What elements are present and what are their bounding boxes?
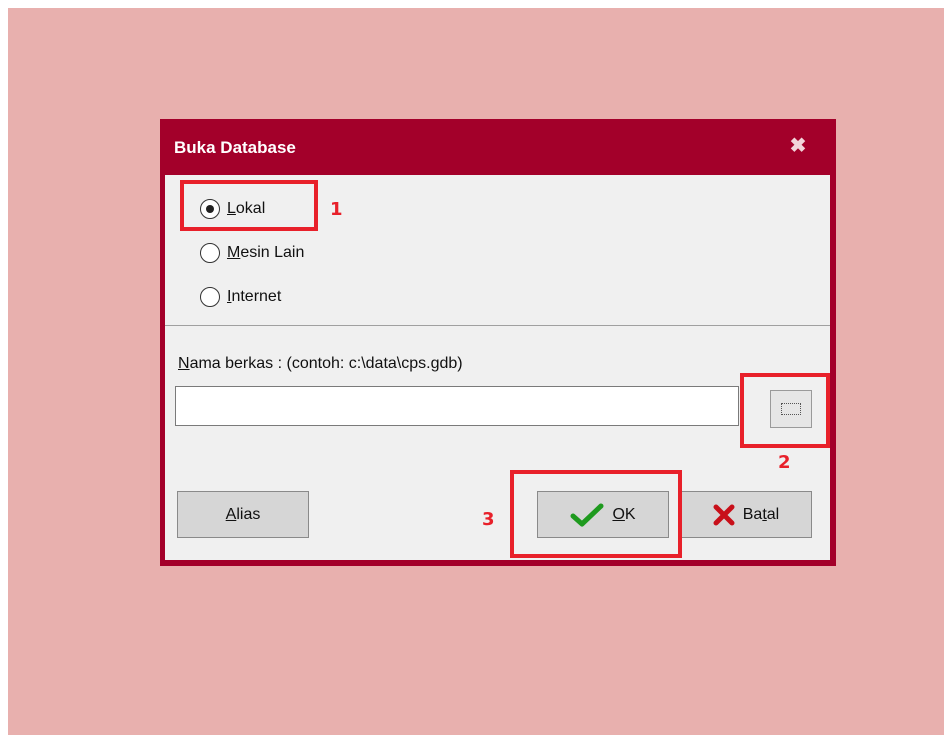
dialog-title: Buka Database	[174, 138, 296, 157]
file-name-label: Nama berkas : (contoh: c:\data\cps.gdb)	[178, 355, 463, 372]
highlight-box-1	[180, 180, 318, 231]
annotation-number-1: 1	[330, 199, 343, 220]
radio-unchecked-icon	[200, 243, 220, 263]
radio-internet-label: Internet	[227, 288, 282, 305]
highlight-box-2	[740, 373, 830, 448]
cancel-label: Batal	[742, 505, 780, 523]
radio-mesin-lain-label: Mesin Lain	[227, 244, 305, 261]
file-name-input[interactable]	[175, 386, 739, 426]
close-icon[interactable]: ✖	[786, 134, 810, 158]
annotation-number-2: 2	[778, 452, 791, 473]
alias-label: Alias	[225, 505, 261, 523]
title-bar[interactable]: Buka Database ✖	[160, 119, 836, 175]
annotation-number-3: 3	[482, 509, 495, 530]
dialog-client-area: Lokal Mesin Lain Internet Nama berkas : …	[165, 175, 830, 560]
cancel-button[interactable]: Batal	[680, 491, 812, 538]
radio-internet[interactable]: Internet	[200, 285, 281, 309]
alias-button[interactable]: Alias	[177, 491, 309, 538]
radio-unchecked-icon	[200, 287, 220, 307]
x-cross-icon	[713, 504, 735, 526]
highlight-box-3	[510, 470, 682, 558]
radio-mesin-lain[interactable]: Mesin Lain	[200, 241, 304, 265]
